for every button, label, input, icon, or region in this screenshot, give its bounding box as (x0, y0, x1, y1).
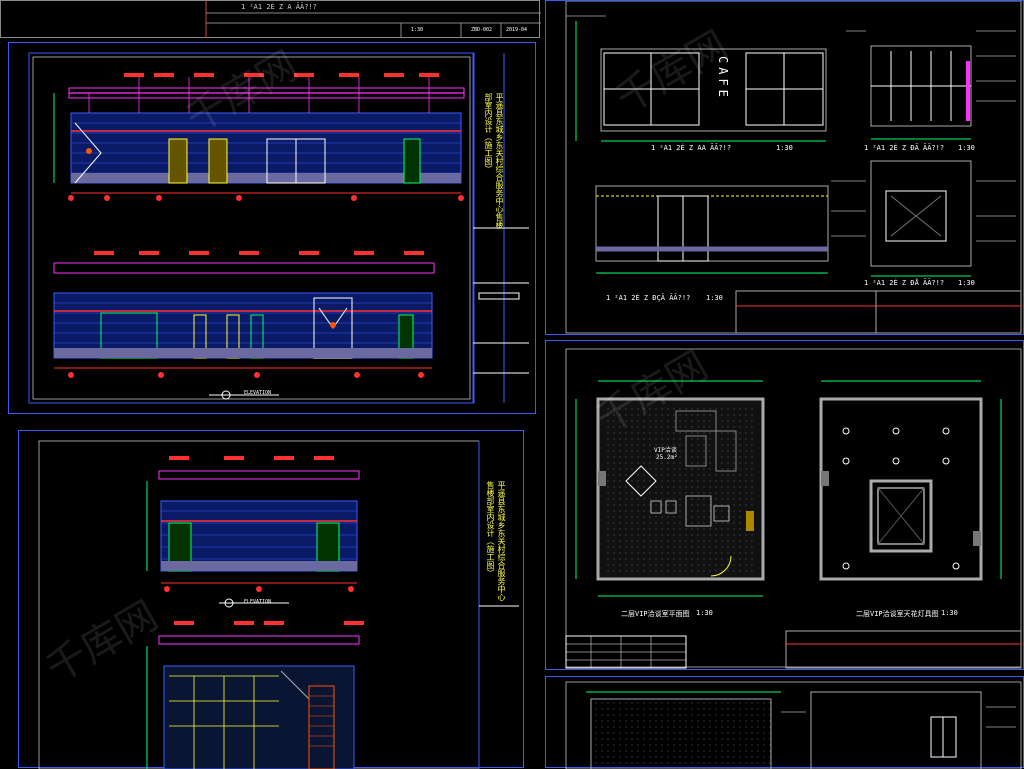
top-strip-sheet: 1 ²A1 2É Z A ÃÃ?!? 1:30 2019-04 ZBD-002 (0, 0, 541, 38)
ceiling-scale: 1:30 (941, 609, 958, 617)
plan-scale: 1:30 (696, 609, 713, 617)
plan-title: 二层VIP洽谈室平面图 (621, 610, 690, 618)
sheet-c-title-2: 1 ²A1 2É Z ÐÃ ÃÃ?!? (864, 144, 945, 152)
sheet-d-plans: VIP洽谈 25.2m² 二层VIP洽谈室平面图 1:30 二层VIP洽谈室天花… (545, 340, 1024, 670)
floor-plan (575, 380, 765, 597)
sheet-c-drawing (565, 1, 1022, 334)
sheet-b-elevation-label: ELEVATION (244, 599, 272, 605)
cafe-sign: CAFE (716, 56, 730, 101)
top-strip-title: 1 ²A1 2É Z A ÃÃ?!? (241, 3, 317, 11)
sheet-a-vertical-note: 平遥县东城乡东关村综合服务中心售楼部室内设计（施工图） (484, 93, 504, 229)
sheet-c-title-1: 1 ²A1 2É Z AA ÃÃ?!? (651, 144, 732, 152)
upper-elevation (53, 73, 465, 201)
top-strip-field-1: 1:30 (411, 27, 424, 33)
sheet-a-drawing (28, 52, 529, 404)
sheet-e-partial (545, 676, 1024, 769)
room-area: 25.2m² (656, 454, 678, 461)
sheet-b-vertical-note: 平遥县东城乡东关村综合服务中心售楼部室内设计（施工图） (486, 481, 506, 601)
lower-elevation (53, 251, 435, 378)
top-strip-field-2: 2019-04 (506, 27, 528, 33)
sheet-c-title-1-scale: 1:30 (776, 144, 793, 152)
sheet-c-title-2-scale: 1:30 (958, 144, 975, 152)
sheet-c-title-3: 1 ²A1 2É Z ÐÇÃ ÃÃ?!? (606, 294, 691, 302)
sheet-b-upper-elevation (146, 456, 360, 608)
ceiling-title: 二层VIP洽谈室天花灯具图 (856, 610, 939, 618)
sheet-b-lower-elevation (146, 621, 364, 769)
sheet-c-title-3-scale: 1:30 (706, 294, 723, 302)
sheet-c-title-4: 1 ²A1 2É Z ÐÅ ÃÃ?!? (864, 279, 945, 287)
sheet-e-drawing (565, 681, 1022, 769)
room-name: VIP洽谈 (654, 447, 677, 454)
sheet-d-drawing (565, 348, 1022, 669)
ceiling-plan (819, 380, 1002, 581)
sheet-a-elevation-label: ELEVATION (244, 390, 272, 396)
sheet-b-elevation: ELEVATION 平遥县东城乡东关村综合服务中心售楼部室内设计（施工图） (18, 430, 524, 769)
sheet-c-title-4-scale: 1:30 (958, 279, 975, 287)
sheet-b-drawing (38, 440, 519, 769)
top-strip-field-3: ZBD-002 (471, 27, 493, 33)
sheet-c-details: CAFE 1 ²A1 2É Z AA ÃÃ?!? 1:30 1 ²A1 2É Z… (545, 0, 1024, 335)
sheet-a-elevation: ELEVATION 平遥县东城乡东关村综合服务中心售楼部室内设计（施工图） (8, 42, 536, 414)
